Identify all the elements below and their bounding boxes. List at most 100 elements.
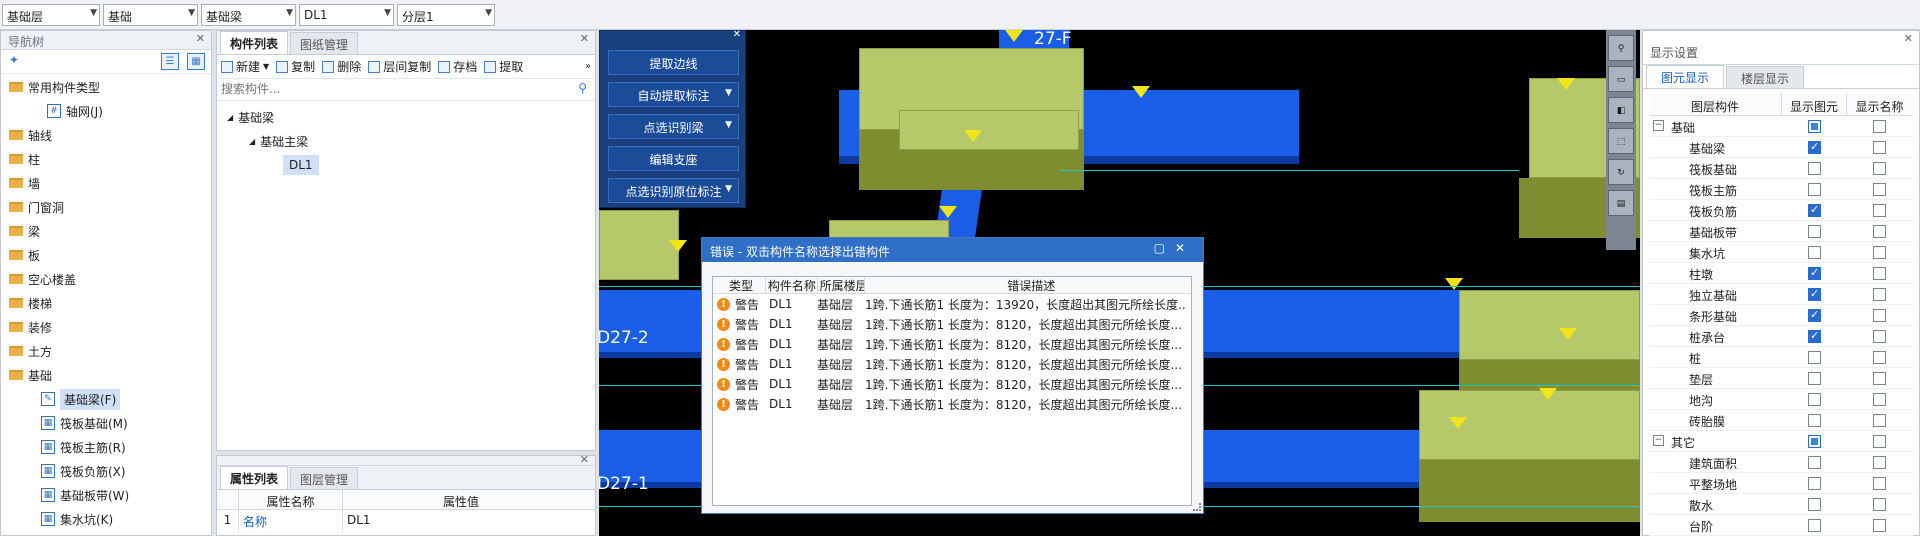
show-element-checkbox[interactable] [1808,350,1821,364]
nav-tree-item[interactable]: 墙 [1,171,211,195]
nav-tree-item[interactable]: 基础 [1,363,211,387]
property-row[interactable]: 1 名称 DL1 [217,510,595,530]
tab-layer-manage[interactable]: 图层管理 [290,467,359,489]
error-component[interactable]: DL1 [769,397,817,411]
chevron-down-icon[interactable]: ▼ [263,62,269,71]
component-search-input[interactable] [217,79,557,99]
nav-tree-item[interactable]: 门窗洞 [1,195,211,219]
expand-arrow-icon[interactable]: ◢ [249,137,255,146]
nav-tree-item[interactable]: ▦ 筏板负筋(X) [1,459,211,483]
error-row[interactable]: ! 警告 DL1 基础层 1跨.下通长筋1 长度为：8120，长度超出其图元所绘长度..… [713,314,1191,334]
error-component[interactable]: DL1 [769,317,817,331]
show-name-checkbox[interactable] [1873,434,1886,448]
nav-tree-item[interactable]: # 轴网(J) [1,99,211,123]
tab-floor-display[interactable]: 楼层显示 [1726,66,1805,88]
recognition-button[interactable]: 自动提取标注 ▼ [608,82,739,107]
nav-tree-item[interactable]: ▦ 基础板带(W) [1,483,211,507]
chevron-down-icon[interactable]: ▼ [286,8,293,18]
error-row[interactable]: ! 警告 DL1 基础层 1跨.下通长筋1 长度为：8120，长度超出其图元所绘长度..… [713,394,1191,414]
show-name-checkbox[interactable] [1873,203,1886,217]
error-row[interactable]: ! 警告 DL1 基础层 1跨.下通长筋1 长度为：8120，长度超出其图元所绘长度..… [713,334,1191,354]
2d-view-icon[interactable]: ▭ [1608,66,1634,92]
rotate-icon[interactable]: ↻ [1608,159,1634,185]
chevron-down-icon[interactable]: ▼ [188,8,195,18]
more-icon[interactable]: » [585,61,591,72]
show-element-checkbox[interactable] [1808,434,1821,448]
chevron-down-icon[interactable]: ▼ [90,8,97,18]
nav-tree-item[interactable]: 梁 [1,219,211,243]
close-icon[interactable]: ✕ [196,32,205,45]
resize-grip-icon[interactable] [1193,503,1201,511]
tab-property-list[interactable]: 属性列表 [220,466,289,489]
error-row[interactable]: ! 警告 DL1 基础层 1跨.下通长筋1 长度为：13920，长度超出其图元所绘长度.… [713,294,1191,314]
layer-combo[interactable]: 基础层 ▼ [2,3,100,26]
chevron-down-icon[interactable]: ▼ [725,120,732,130]
toolbar-copy-button[interactable]: 复制 [276,58,315,75]
component-tree-item[interactable]: ◢ 基础主梁 [217,129,595,153]
error-row[interactable]: ! 警告 DL1 基础层 1跨.下通长筋1 长度为：8120，长度超出其图元所绘长度..… [713,354,1191,374]
show-element-checkbox[interactable] [1808,371,1821,385]
show-name-checkbox[interactable] [1873,140,1886,154]
chevron-down-icon[interactable]: ▼ [725,88,732,98]
show-name-checkbox[interactable] [1873,455,1886,469]
toolbar-save-button[interactable]: 存档 [438,58,477,75]
show-element-checkbox[interactable] [1808,329,1821,343]
show-name-checkbox[interactable] [1873,476,1886,490]
error-component[interactable]: DL1 [769,377,817,391]
show-element-checkbox[interactable] [1808,287,1821,301]
chevron-down-icon[interactable]: ▼ [725,184,732,194]
component-tree-item[interactable]: ◢ 基础梁 [217,105,595,129]
3d-box-icon[interactable]: ◧ [1608,97,1634,123]
close-icon[interactable]: ✕ [733,29,741,40]
show-name-checkbox[interactable] [1873,161,1886,175]
show-name-checkbox[interactable] [1873,413,1886,427]
nav-tree-item[interactable]: ✎ 基础梁(F) [1,387,211,411]
show-name-checkbox[interactable] [1873,182,1886,196]
show-element-checkbox[interactable] [1808,476,1821,490]
layer-combo[interactable]: 分层1 ▼ [397,3,495,26]
close-icon[interactable]: ✕ [580,453,589,466]
toolbar-delete-button[interactable]: 删除 [322,58,361,75]
error-component[interactable]: DL1 [769,297,817,311]
recognition-button[interactable]: 编辑支座 [608,146,739,171]
maximize-icon[interactable]: ▢ [1154,241,1175,255]
show-element-checkbox[interactable] [1808,413,1821,427]
error-component[interactable]: DL1 [769,357,817,371]
close-icon[interactable]: ✕ [580,32,589,45]
close-icon[interactable]: ✕ [1175,241,1195,255]
show-name-checkbox[interactable] [1873,287,1886,301]
show-name-checkbox[interactable] [1873,329,1886,343]
show-element-checkbox[interactable] [1808,308,1821,322]
show-element-checkbox[interactable] [1808,392,1821,406]
show-element-checkbox[interactable] [1808,245,1821,259]
show-element-checkbox[interactable] [1808,182,1821,196]
show-name-checkbox[interactable] [1873,119,1886,133]
collapse-icon[interactable]: − [1653,434,1664,446]
error-component[interactable]: DL1 [769,337,817,351]
show-name-checkbox[interactable] [1873,371,1886,385]
chevron-down-icon[interactable]: ▼ [384,8,391,18]
expand-arrow-icon[interactable]: ◢ [227,113,233,122]
show-name-checkbox[interactable] [1873,308,1886,322]
layout-icon[interactable]: ▤ [1608,190,1634,216]
toolbar-floor-copy-button[interactable]: 层间复制 [368,58,431,75]
chevron-down-icon[interactable]: ▼ [485,8,492,18]
prop-row-value[interactable]: DL1 [343,510,579,530]
nav-tree-item[interactable]: 装修 [1,315,211,339]
nav-tree-item[interactable]: 轴线 [1,123,211,147]
show-name-checkbox[interactable] [1873,350,1886,364]
tab-drawing-manage[interactable]: 图纸管理 [290,32,359,54]
component-tree-item[interactable]: DL1 [217,153,595,177]
layer-combo[interactable]: 基础 ▼ [103,3,198,26]
cube-icon[interactable]: ⬚ [1608,128,1634,154]
show-element-checkbox[interactable] [1808,266,1821,280]
show-name-checkbox[interactable] [1873,518,1886,532]
error-row[interactable]: ! 警告 DL1 基础层 1跨.下通长筋1 长度为：8120，长度超出其图元所绘长度..… [713,374,1191,394]
recognition-button[interactable]: 提取边线 [608,50,739,75]
nav-tree-item[interactable]: 楼梯 [1,291,211,315]
nav-tree-item[interactable]: ▦ 筏板基础(M) [1,411,211,435]
close-icon[interactable]: ✕ [1904,32,1913,45]
show-name-checkbox[interactable] [1873,266,1886,280]
expand-icon[interactable]: ✦ [9,53,19,67]
show-element-checkbox[interactable] [1808,518,1821,532]
